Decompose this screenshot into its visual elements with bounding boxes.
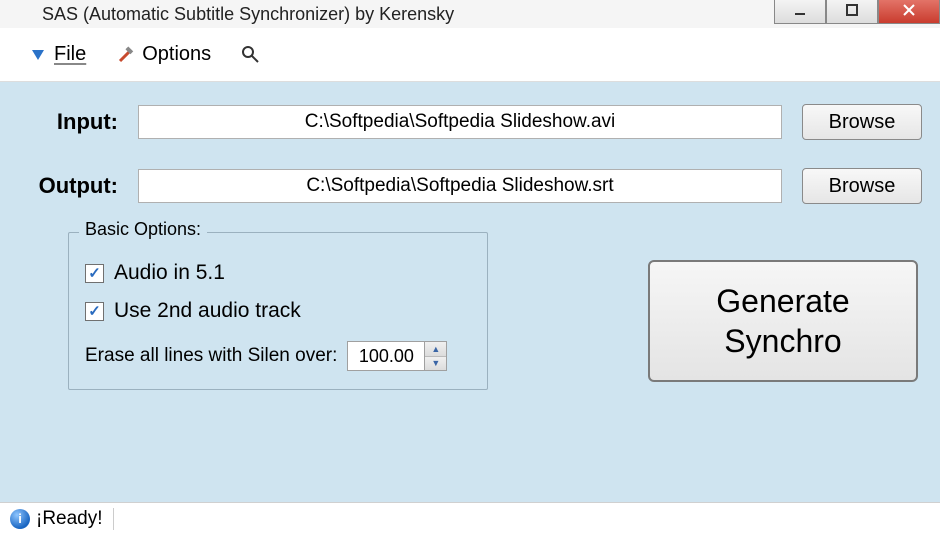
audio51-row: ✓ Audio in 5.1 (85, 261, 471, 285)
basic-options-legend: Basic Options: (79, 219, 207, 240)
output-label: Output: (18, 173, 118, 199)
input-label: Input: (18, 109, 118, 135)
status-section: i ¡Ready! (10, 508, 114, 530)
maximize-button[interactable] (826, 0, 878, 24)
input-path-field[interactable]: C:\Softpedia\Softpedia Slideshow.avi (138, 105, 782, 139)
help-icon (241, 45, 261, 65)
check-icon: ✓ (88, 266, 101, 281)
spinner-down-button[interactable]: ▼ (425, 357, 446, 371)
basic-options-group: Basic Options: ✓ Audio in 5.1 ✓ Use 2nd … (68, 232, 488, 390)
input-row: Input: C:\Softpedia\Softpedia Slideshow.… (18, 104, 922, 140)
minimize-button[interactable] (774, 0, 826, 24)
spinner-up-button[interactable]: ▲ (425, 342, 446, 357)
menu-file[interactable]: File (20, 39, 94, 70)
menu-file-label: File (54, 43, 86, 66)
info-icon: i (10, 509, 30, 529)
titlebar: SAS (Automatic Subtitle Synchronizer) by… (0, 0, 940, 28)
erase-value-field[interactable]: 100.00 (348, 342, 424, 370)
bottom-area: Basic Options: ✓ Audio in 5.1 ✓ Use 2nd … (18, 232, 922, 390)
spinner-buttons: ▲ ▼ (424, 342, 446, 370)
file-arrow-icon (28, 45, 48, 65)
main-panel: Input: C:\Softpedia\Softpedia Slideshow.… (0, 82, 940, 502)
audio51-checkbox[interactable]: ✓ (85, 264, 104, 283)
erase-row: Erase all lines with Silen over: 100.00 … (85, 341, 471, 371)
output-browse-button[interactable]: Browse (802, 168, 922, 204)
erase-label: Erase all lines with Silen over: (85, 345, 337, 367)
output-row: Output: C:\Softpedia\Softpedia Slideshow… (18, 168, 922, 204)
check-icon: ✓ (88, 304, 101, 319)
toolbar: File Options (0, 28, 940, 82)
close-button[interactable] (878, 0, 940, 24)
window-title: SAS (Automatic Subtitle Synchronizer) by… (20, 4, 454, 25)
use2nd-label: Use 2nd audio track (114, 299, 301, 323)
menu-help[interactable] (233, 41, 269, 69)
menu-options[interactable]: Options (108, 39, 219, 70)
status-text: ¡Ready! (36, 508, 103, 530)
audio51-label: Audio in 5.1 (114, 261, 225, 285)
window-controls (774, 0, 940, 24)
statusbar: i ¡Ready! (0, 502, 940, 534)
input-browse-button[interactable]: Browse (802, 104, 922, 140)
menu-options-label: Options (142, 43, 211, 66)
output-path-field[interactable]: C:\Softpedia\Softpedia Slideshow.srt (138, 169, 782, 203)
use2nd-row: ✓ Use 2nd audio track (85, 299, 471, 323)
generate-synchro-button[interactable]: Generate Synchro (648, 260, 918, 382)
erase-spinner: 100.00 ▲ ▼ (347, 341, 447, 371)
tools-icon (116, 45, 136, 65)
use2nd-checkbox[interactable]: ✓ (85, 302, 104, 321)
